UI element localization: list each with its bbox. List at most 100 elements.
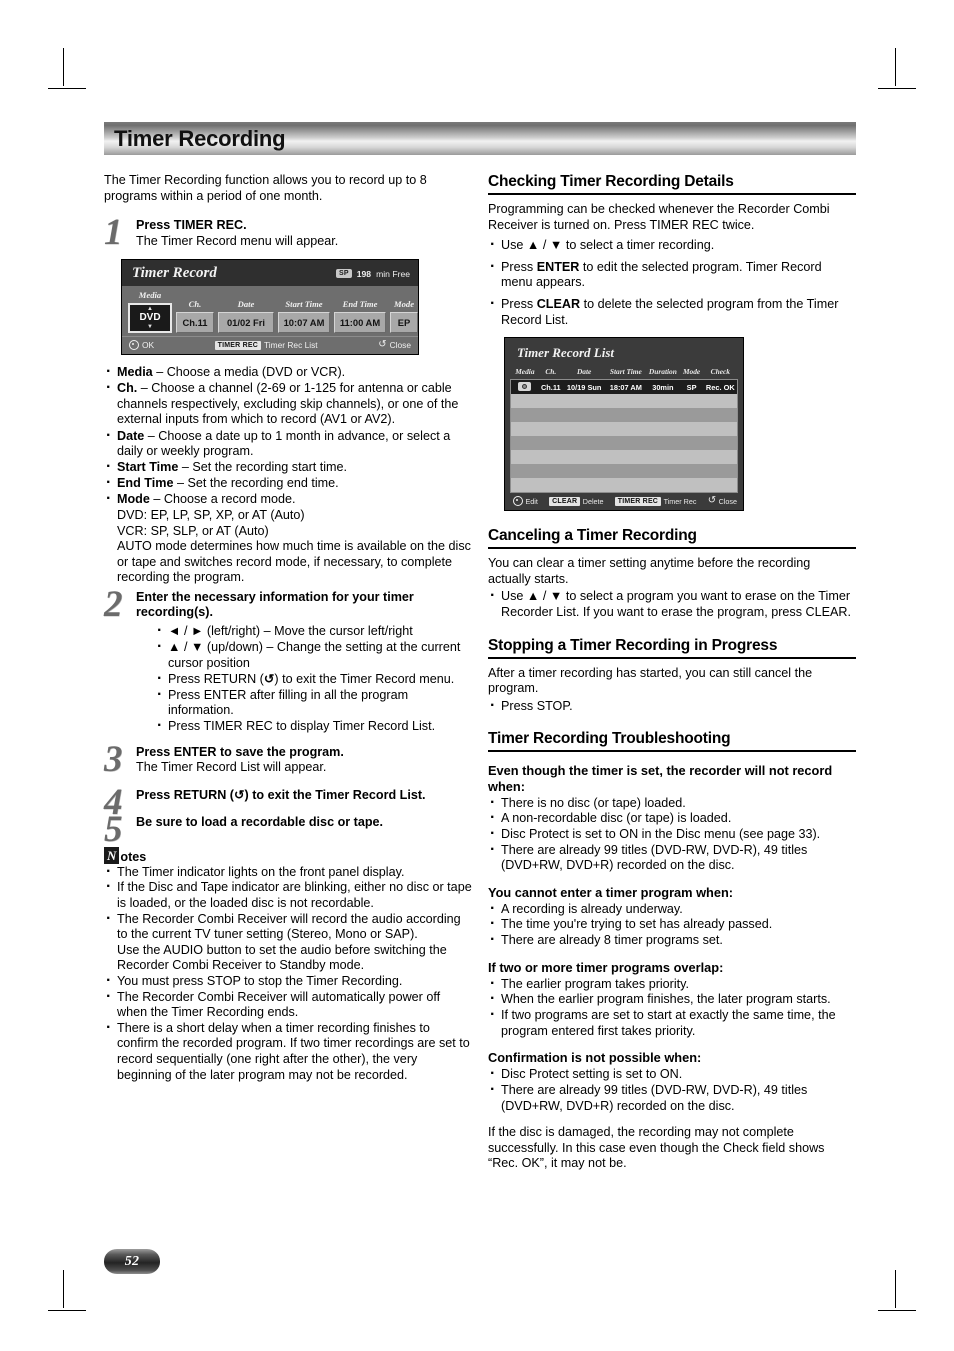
field-value-end-time[interactable]: 11:00 AM <box>334 312 386 334</box>
table-row-empty[interactable] <box>511 436 737 451</box>
step-body: The Timer Record menu will appear. <box>136 233 339 248</box>
step-number: 1 <box>104 212 123 254</box>
page-content: Timer Recording The Timer Recording func… <box>104 122 856 1282</box>
bullet-bold: CLEAR <box>536 296 581 311</box>
footer-timer-rec-list[interactable]: TIMER REC Timer Rec List <box>214 340 318 350</box>
step-title: Enter the necessary information for your… <box>136 590 414 620</box>
cell-date: 10/19 Sun <box>566 382 602 392</box>
field-group-end-time: End Time 11:00 AM <box>334 299 386 334</box>
table-row-empty[interactable] <box>511 450 737 465</box>
field-group-mode: Mode EP <box>390 299 418 334</box>
field-value-channel[interactable]: Ch.11 <box>176 312 214 334</box>
field-value-date[interactable]: 01/02 Fri <box>218 312 274 334</box>
notes-heading-text: otes <box>120 849 147 864</box>
list-item: The Recorder Combi Receiver will automat… <box>104 989 472 1021</box>
list-item: Use ▲ / ▼ to select a timer recording. <box>488 237 856 254</box>
crop-mark-bottom-left-horizontal <box>48 1310 86 1311</box>
down-arrow-icon: ▼ <box>147 324 153 331</box>
timer-record-list-column-headers: Media Ch. Date Start Time Duration Mode … <box>505 367 743 379</box>
table-row-empty[interactable] <box>511 422 737 437</box>
crop-mark-bottom-right-horizontal <box>878 1310 916 1311</box>
list-item: Start Time – Set the recording start tim… <box>104 459 472 476</box>
list-item: A non-recordable disc (or tape) is loade… <box>488 810 856 827</box>
footer-delete[interactable]: CLEAR Delete <box>549 496 604 506</box>
confirmation-list: Disc Protect setting is set to ON. There… <box>488 1066 856 1114</box>
list-item: You must press STOP to stop the Timer Re… <box>104 973 472 990</box>
timer-record-list-graphic: Timer Record List Media Ch. Date Start T… <box>504 337 744 512</box>
subheading-cannot-enter: You cannot enter a timer program when: <box>488 884 734 900</box>
field-value-media[interactable]: ▲ DVD ▼ <box>128 303 172 334</box>
term-start-time: Start Time <box>117 460 179 475</box>
table-row-empty[interactable] <box>511 394 737 409</box>
list-item: There are already 99 titles (DVD-RW, DVD… <box>488 841 856 874</box>
section-heading: Stopping a Timer Recording in Progress <box>488 637 856 659</box>
list-item: There are already 8 timer programs set. <box>488 932 856 949</box>
table-row[interactable]: Ch.11 10/19 Sun 18:07 AM 30min SP Rec. O… <box>511 380 737 395</box>
list-item: Ch. – Choose a channel (2-69 or 1-125 fo… <box>104 380 472 428</box>
list-item: When the earlier program finishes, the l… <box>488 991 856 1008</box>
media-value-text: DVD <box>139 312 161 324</box>
mode-line-dvd: DVD: EP, LP, SP, XP, or AT (Auto) <box>117 508 305 523</box>
desc-date: – Choose a date up to 1 month in advance… <box>117 428 451 459</box>
free-minutes-value: 198 <box>356 268 372 279</box>
intro-paragraph: The Timer Recording function allows you … <box>104 173 427 203</box>
col-header-duration: Duration <box>648 367 677 377</box>
notes-block: N otes The Timer indicator lights on the… <box>104 846 472 1083</box>
crop-mark-top-right-vertical <box>895 48 896 86</box>
cannot-enter-list: A recording is already underway. The tim… <box>488 901 856 949</box>
footer-ok-label: OK <box>142 340 155 351</box>
list-item: Disc Protect setting is set to ON. <box>488 1066 856 1083</box>
timer-record-menu-header: Timer Record SP 198 min Free <box>122 260 418 287</box>
list-item: If two programs are set to start at exac… <box>488 1007 856 1039</box>
field-value-start-time[interactable]: 10:07 AM <box>278 312 330 334</box>
list-item: If the Disc and Tape indicator are blink… <box>104 879 472 911</box>
overlap-list: The earlier program takes priority. When… <box>488 976 856 1039</box>
step-body: The Timer Record List will appear. <box>136 760 327 775</box>
page-title: Timer Recording <box>114 125 286 151</box>
section-body: After a timer recording has started, you… <box>488 665 813 696</box>
field-group-media: Media ▲ DVD ▼ <box>128 290 172 334</box>
list-item: There is a short delay when a timer reco… <box>104 1020 472 1083</box>
footer-timer-rec[interactable]: TIMER REC Timer Rec <box>614 496 696 506</box>
stopping-bullets: Press STOP. <box>488 698 856 715</box>
field-value-mode[interactable]: EP <box>390 312 418 334</box>
cell-start-time: 18:07 AM <box>609 382 642 392</box>
timer-rec-key-chip: TIMER REC <box>614 496 662 506</box>
table-row-empty[interactable] <box>511 408 737 423</box>
footer-edit[interactable]: Edit <box>513 496 538 507</box>
col-header-start-time: Start Time <box>609 367 642 377</box>
table-row-empty[interactable] <box>511 478 737 493</box>
sp-mode-chip: SP <box>336 269 352 279</box>
timer-record-menu-graphic: Timer Record SP 198 min Free Media ▲ DVD… <box>121 259 419 356</box>
list-item: The time you're trying to set has alread… <box>488 917 856 933</box>
step-number: 3 <box>104 738 123 780</box>
canceling-bullets: Use ▲ / ▼ to select a program you want t… <box>488 588 856 620</box>
checking-bullets: Use ▲ / ▼ to select a timer recording. P… <box>488 237 856 328</box>
table-row-empty[interactable] <box>511 464 737 479</box>
timer-record-menu-title: Timer Record <box>132 265 217 282</box>
field-label-start-time: Start Time <box>285 299 323 310</box>
field-group-start-time: Start Time 10:07 AM <box>278 299 330 334</box>
list-item: ▲ / ▼ (up/down) – Change the setting at … <box>155 639 472 671</box>
list-item: ◄ / ► (left/right) – Move the cursor lef… <box>155 623 472 640</box>
footer-close[interactable]: ↺ Close <box>378 340 411 351</box>
footer-ok[interactable]: OK <box>129 340 155 351</box>
crop-mark-bottom-left-vertical <box>63 1270 64 1308</box>
col-header-media: Media <box>515 367 535 377</box>
step-3: 3 Press ENTER to save the program. The T… <box>104 741 472 778</box>
list-item: Disc Protect is set to ON in the Disc me… <box>488 826 856 843</box>
section-heading: Canceling a Timer Recording <box>488 527 856 550</box>
section-checking-details: Checking Timer Recording Details Program… <box>488 173 856 512</box>
term-end-time: End Time <box>117 476 174 491</box>
field-group-channel: Ch. Ch.11 <box>176 299 214 334</box>
mode-line-vcr: VCR: SP, SLP, or AT (Auto) <box>117 523 269 538</box>
desc-channel: – Choose a channel (2-69 or 1-125 for an… <box>117 381 459 427</box>
mode-line-auto: AUTO mode determines how much time is av… <box>117 539 471 585</box>
field-group-date: Date 01/02 Fri <box>218 299 274 334</box>
section-heading: Timer Recording Troubleshooting <box>488 730 856 753</box>
cell-mode: SP <box>686 382 697 392</box>
footer-close[interactable]: ↺ Close <box>708 496 737 506</box>
list-item: Date – Choose a date up to 1 month in ad… <box>104 428 472 460</box>
timer-record-list-footer: Edit CLEAR Delete TIMER REC Timer Rec ↺ … <box>505 493 743 510</box>
step-1: 1 Press TIMER REC. The Timer Record menu… <box>104 214 472 251</box>
